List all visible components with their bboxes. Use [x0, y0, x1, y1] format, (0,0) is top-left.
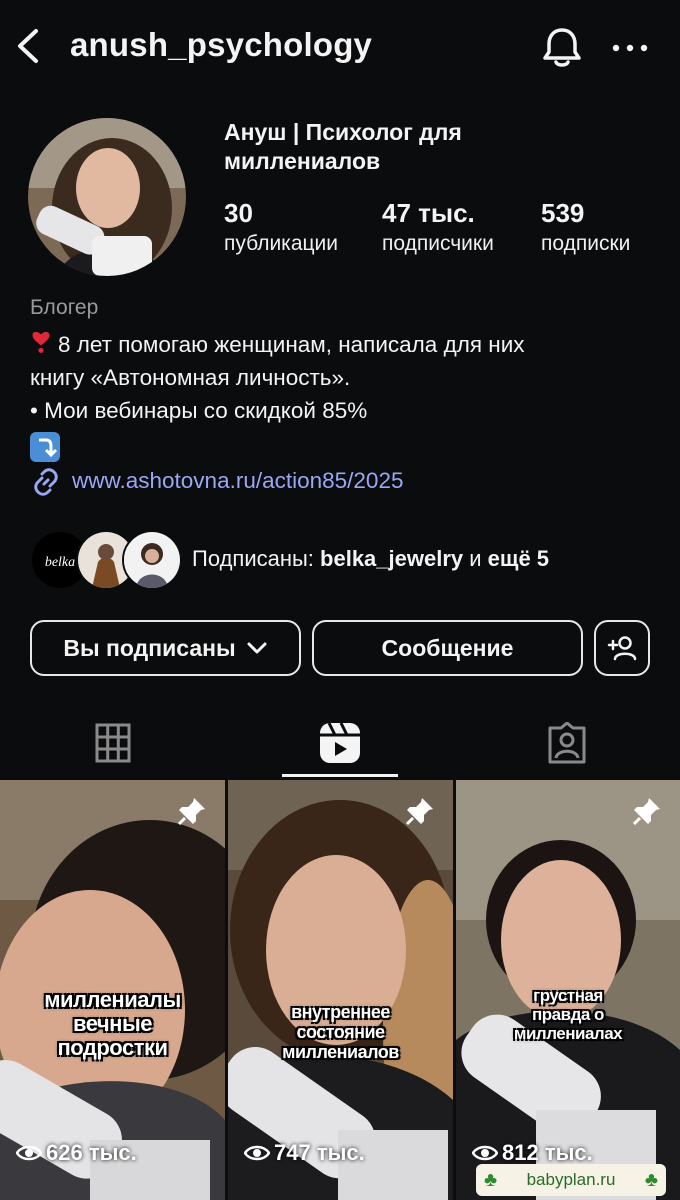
followed-by-rest: ещё 5 — [487, 546, 550, 571]
pin-icon — [632, 798, 660, 826]
reel-views: 747 тыс. — [244, 1140, 365, 1166]
reel-caption: миллениалы вечные подростки — [44, 987, 181, 1060]
reel-views: 812 тыс. — [472, 1140, 593, 1166]
stat-value: 47 тыс. — [382, 198, 475, 228]
stat-posts[interactable]: 30 публикации — [224, 196, 338, 258]
active-tab-indicator — [282, 774, 398, 777]
clover-icon: ♣ — [484, 1168, 498, 1191]
arrow-down-right-icon — [30, 432, 60, 463]
reel-tile[interactable]: грустная правда о миллениалах 812 тыс. — [456, 780, 680, 1200]
profile-category: Блогер — [30, 296, 99, 319]
tab-posts-grid[interactable] — [0, 712, 226, 774]
stat-label: подписки — [541, 232, 631, 255]
watermark-badge: ♣ babyplan.ru ♣ — [476, 1164, 666, 1196]
stat-value: 30 — [224, 198, 253, 228]
grid-icon — [95, 723, 131, 763]
followed-by-text: Подписаны: belka_jewelry и ещё 5 — [192, 546, 549, 572]
reel-caption: внутреннее состояние миллениалов — [282, 1002, 399, 1062]
followed-by-prefix: Подписаны: — [192, 546, 321, 571]
stat-followers[interactable]: 47 тыс. подписчики — [382, 196, 494, 258]
stat-label: подписчики — [382, 232, 494, 255]
chevron-left-icon[interactable] — [14, 28, 44, 64]
more-icon[interactable] — [610, 38, 650, 58]
message-button-label: Сообщение — [381, 634, 514, 661]
follower-avatar-logo-text: belka — [45, 555, 75, 570]
reel-tile[interactable]: миллениалы вечные подростки 626 тыс. — [0, 780, 225, 1200]
clover-icon: ♣ — [644, 1168, 658, 1191]
profile-link-text: www.ashotovna.ru/action85/2025 — [72, 467, 404, 493]
bio-line-3: • Мои вебинары со скидкой 85% — [30, 398, 368, 423]
followed-by[interactable]: belka Подписаны: belka_jewelry и ещё 5 — [30, 530, 670, 590]
bio-line-1: 8 лет помогаю женщинам, написала для них — [58, 332, 525, 357]
reel-tile[interactable]: внутреннее состояние миллениалов 747 тыс… — [228, 780, 453, 1200]
tagged-icon — [548, 722, 586, 764]
stat-value: 539 — [541, 198, 585, 228]
top-bar: anush_psychology — [0, 0, 680, 96]
bio-line-2: книгу «Автономная личность». — [30, 365, 351, 390]
tab-reels[interactable] — [227, 712, 453, 774]
eye-icon — [472, 1145, 498, 1161]
profile-bio: 8 лет помогаю женщинам, написала для них… — [30, 328, 660, 463]
eye-icon — [16, 1145, 42, 1161]
reel-views: 626 тыс. — [16, 1140, 137, 1166]
reels-icon — [320, 722, 360, 763]
message-button[interactable]: Сообщение — [312, 620, 583, 676]
watermark-text: babyplan.ru — [526, 1170, 616, 1189]
reels-grid: миллениалы вечные подростки 626 тыс. вну… — [0, 780, 680, 1200]
following-button[interactable]: Вы подписаны — [30, 620, 301, 676]
tab-tagged[interactable] — [454, 712, 680, 774]
pin-icon — [177, 798, 205, 826]
profile-link[interactable]: www.ashotovna.ru/action85/2025 — [30, 466, 403, 498]
suggest-people-button[interactable] — [594, 620, 650, 676]
reel-views-count: 812 тыс. — [502, 1140, 593, 1165]
pin-icon — [405, 798, 433, 826]
reel-views-count: 626 тыс. — [46, 1140, 137, 1165]
followed-by-middle: и — [463, 546, 488, 571]
chevron-down-icon — [247, 642, 267, 654]
heart-exclamation-icon — [32, 331, 50, 353]
followed-by-account: belka_jewelry — [320, 546, 464, 571]
add-person-icon — [607, 636, 637, 661]
reel-caption: грустная правда о миллениалах — [513, 986, 623, 1043]
stat-label: публикации — [224, 232, 338, 255]
following-button-label: Вы подписаны — [63, 634, 236, 661]
link-icon — [34, 468, 58, 496]
profile-username: anush_psychology — [70, 26, 373, 63]
profile-avatar[interactable] — [28, 118, 186, 276]
reel-views-count: 747 тыс. — [274, 1140, 365, 1165]
eye-icon — [244, 1145, 270, 1161]
follower-avatar — [122, 530, 182, 590]
bell-icon[interactable] — [540, 24, 584, 70]
profile-full-name: Ануш | Психолог для миллениалов — [224, 119, 462, 174]
stat-following[interactable]: 539 подписки — [541, 196, 630, 258]
